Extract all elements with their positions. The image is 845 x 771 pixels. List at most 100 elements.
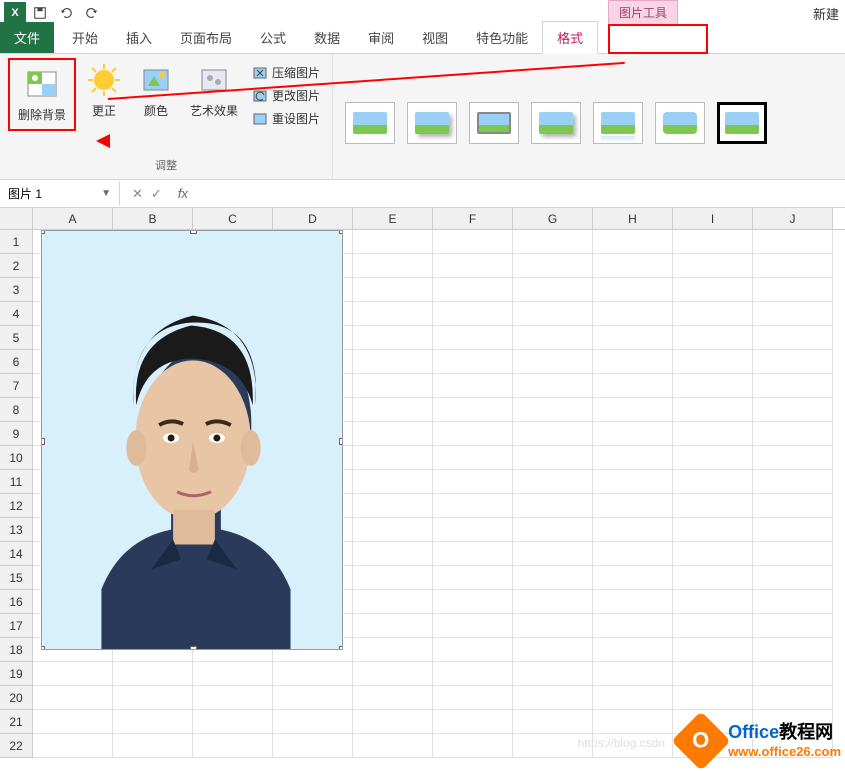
cell[interactable]: [673, 398, 753, 422]
cell[interactable]: [353, 614, 433, 638]
cell[interactable]: [593, 278, 673, 302]
row-header[interactable]: 3: [0, 278, 33, 302]
cell[interactable]: [433, 326, 513, 350]
resize-handle-w[interactable]: [41, 438, 45, 445]
inserted-picture[interactable]: [41, 230, 343, 650]
row-header[interactable]: 2: [0, 254, 33, 278]
cell[interactable]: [673, 254, 753, 278]
cell[interactable]: [593, 710, 673, 734]
col-header-F[interactable]: F: [433, 208, 513, 229]
cell[interactable]: [513, 446, 593, 470]
picture-style-1[interactable]: [345, 102, 395, 144]
cell[interactable]: [673, 638, 753, 662]
cell[interactable]: [593, 398, 673, 422]
cell[interactable]: [113, 710, 193, 734]
cell[interactable]: [593, 686, 673, 710]
cell[interactable]: [273, 710, 353, 734]
cell[interactable]: [433, 590, 513, 614]
cell[interactable]: [353, 638, 433, 662]
row-header[interactable]: 17: [0, 614, 33, 638]
row-header[interactable]: 9: [0, 422, 33, 446]
cell[interactable]: [193, 734, 273, 758]
cell[interactable]: [673, 470, 753, 494]
reset-picture-button[interactable]: 重设图片: [248, 108, 324, 129]
cell[interactable]: [353, 230, 433, 254]
cell[interactable]: [593, 518, 673, 542]
cell[interactable]: [353, 422, 433, 446]
cell[interactable]: [753, 374, 833, 398]
save-button[interactable]: [28, 2, 52, 24]
cell[interactable]: [513, 254, 593, 278]
cell[interactable]: [513, 614, 593, 638]
cell[interactable]: [33, 686, 113, 710]
cell[interactable]: [273, 734, 353, 758]
tab-special[interactable]: 特色功能: [462, 22, 542, 53]
cell[interactable]: [673, 566, 753, 590]
cell[interactable]: [113, 734, 193, 758]
cell[interactable]: [353, 566, 433, 590]
cell[interactable]: [673, 686, 753, 710]
col-header-H[interactable]: H: [593, 208, 673, 229]
cell[interactable]: [673, 662, 753, 686]
cell[interactable]: [513, 422, 593, 446]
confirm-formula-button[interactable]: ✓: [151, 186, 162, 202]
resize-handle-s[interactable]: [190, 646, 197, 650]
cell[interactable]: [433, 686, 513, 710]
remove-background-button[interactable]: 删除背景: [12, 62, 72, 127]
cell[interactable]: [273, 662, 353, 686]
cell[interactable]: [513, 590, 593, 614]
cell[interactable]: [193, 686, 273, 710]
tab-review[interactable]: 审阅: [354, 22, 408, 53]
cell[interactable]: [353, 326, 433, 350]
cell[interactable]: [753, 350, 833, 374]
cell[interactable]: [353, 542, 433, 566]
col-header-E[interactable]: E: [353, 208, 433, 229]
cell[interactable]: [753, 278, 833, 302]
cell[interactable]: [753, 230, 833, 254]
resize-handle-n[interactable]: [190, 230, 197, 234]
cell[interactable]: [113, 662, 193, 686]
cell[interactable]: [513, 230, 593, 254]
cell[interactable]: [33, 734, 113, 758]
cell[interactable]: [433, 374, 513, 398]
undo-button[interactable]: [54, 2, 78, 24]
cell[interactable]: [593, 254, 673, 278]
cell[interactable]: [753, 566, 833, 590]
cell[interactable]: [753, 662, 833, 686]
cell[interactable]: [593, 590, 673, 614]
cell[interactable]: [353, 686, 433, 710]
cell[interactable]: [513, 278, 593, 302]
cell[interactable]: [593, 494, 673, 518]
fx-label[interactable]: fx: [170, 186, 188, 201]
resize-handle-ne[interactable]: [339, 230, 343, 234]
cell[interactable]: [353, 374, 433, 398]
cell[interactable]: [673, 326, 753, 350]
cell[interactable]: [433, 422, 513, 446]
cell[interactable]: [593, 326, 673, 350]
cell[interactable]: [753, 422, 833, 446]
cell[interactable]: [593, 302, 673, 326]
cell[interactable]: [513, 326, 593, 350]
cell[interactable]: [353, 302, 433, 326]
cell[interactable]: [753, 326, 833, 350]
row-header[interactable]: 16: [0, 590, 33, 614]
row-header[interactable]: 13: [0, 518, 33, 542]
cell[interactable]: [353, 590, 433, 614]
name-box-dropdown-icon[interactable]: ▼: [101, 188, 111, 199]
cell[interactable]: [593, 446, 673, 470]
tab-formulas[interactable]: 公式: [246, 22, 300, 53]
cell[interactable]: [433, 278, 513, 302]
row-header[interactable]: 4: [0, 302, 33, 326]
row-header[interactable]: 15: [0, 566, 33, 590]
tab-layout[interactable]: 页面布局: [166, 22, 246, 53]
cell[interactable]: [593, 374, 673, 398]
cell[interactable]: [433, 518, 513, 542]
picture-style-6[interactable]: [655, 102, 705, 144]
cell[interactable]: [433, 614, 513, 638]
col-header-A[interactable]: A: [33, 208, 113, 229]
cancel-formula-button[interactable]: ✕: [132, 186, 143, 202]
cell[interactable]: [433, 734, 513, 758]
cell[interactable]: [753, 494, 833, 518]
cell[interactable]: [593, 542, 673, 566]
tab-data[interactable]: 数据: [300, 22, 354, 53]
